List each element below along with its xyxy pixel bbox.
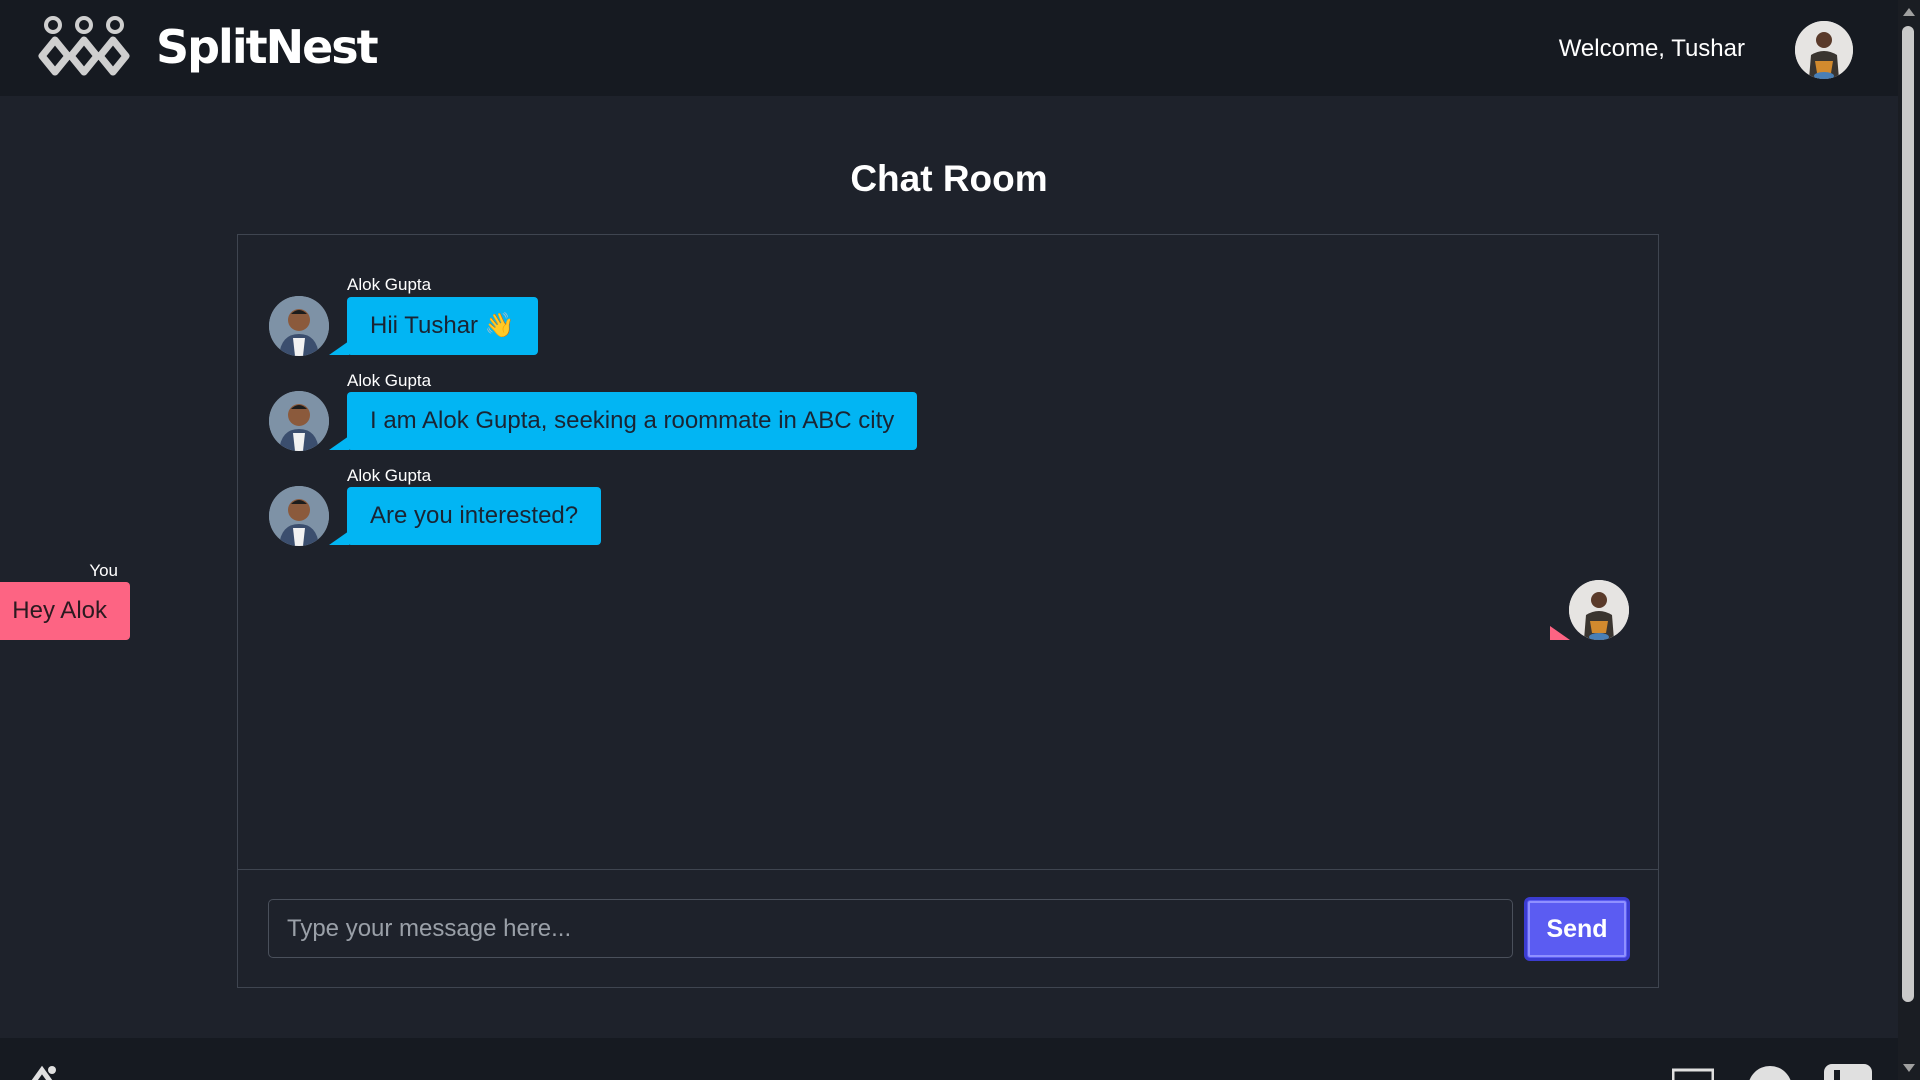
github-icon[interactable] — [1746, 1064, 1794, 1080]
scroll-thumb[interactable] — [1902, 26, 1914, 1002]
scroll-down-arrow[interactable] — [1903, 1064, 1915, 1072]
page-title: Chat Room — [850, 158, 1048, 199]
welcome-text: Welcome, Tushar — [1558, 35, 1745, 62]
message-bubble: Hii Tushar 👋 — [347, 297, 538, 355]
sender-avatar — [269, 486, 329, 546]
top-navbar: SplitNest Welcome, Tushar — [0, 0, 1898, 96]
send-button[interactable]: Send — [1524, 897, 1630, 961]
sender-avatar — [269, 391, 329, 451]
footer — [0, 1038, 1898, 1080]
scroll-up-arrow[interactable] — [1903, 8, 1915, 16]
message-sender: Alok Gupta — [347, 371, 432, 390]
mail-icon[interactable] — [1672, 1068, 1714, 1080]
footer-logo-icon — [31, 1065, 56, 1080]
message-sender: You — [89, 561, 118, 580]
brand[interactable]: SplitNest — [38, 16, 379, 78]
user-avatar[interactable] — [1795, 21, 1853, 79]
sender-avatar — [269, 296, 329, 356]
message-list[interactable]: Alok Gupta Hii Tushar 👋 Alok Gupta I am … — [0, 235, 1658, 870]
message-sender: Alok Gupta — [347, 466, 432, 485]
linkedin-icon[interactable] — [1824, 1064, 1872, 1080]
message-bubble: Hey Alok — [0, 582, 130, 640]
my-avatar — [1569, 580, 1629, 640]
brand-name: SplitNest — [156, 20, 379, 74]
message-bubble: I am Alok Gupta, seeking a roommate in A… — [347, 392, 918, 450]
logo-icon — [38, 16, 130, 76]
chat-panel: Alok Gupta Hii Tushar 👋 Alok Gupta I am … — [0, 234, 1659, 988]
message-bubble: Are you interested? — [347, 487, 602, 545]
message-sender: Alok Gupta — [347, 275, 432, 294]
message-input[interactable] — [268, 899, 1513, 958]
page-scrollbar[interactable] — [1898, 0, 1920, 1080]
